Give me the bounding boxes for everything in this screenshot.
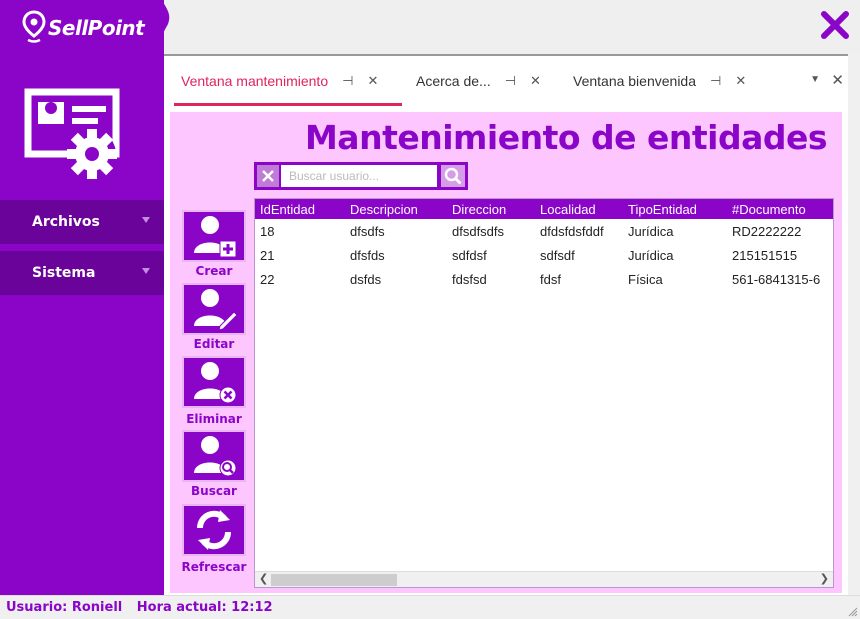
page-title: Mantenimiento de entidades	[304, 118, 828, 157]
user-delete-icon	[194, 362, 237, 404]
cell-localidad: fdsf	[540, 272, 561, 287]
column-header-documento[interactable]: #Documento	[732, 202, 833, 217]
table-row[interactable]: 21 dfsfds sdfdsf sdfsdf Jurídica 2151515…	[255, 244, 833, 267]
chevron-down-icon	[142, 268, 150, 274]
search-button[interactable]	[441, 165, 465, 187]
refresh-icon	[196, 510, 232, 550]
cell-tipoentidad: Jurídica	[628, 248, 674, 263]
table-row[interactable]: 18 dfsdfs dfsdfsdfs dfdsfdsfddf Jurídica…	[255, 220, 833, 243]
entities-table[interactable]: IdEntidad Descripcion Direccion Localida…	[254, 198, 834, 588]
search-icon	[444, 167, 462, 185]
scrollbar-thumb[interactable]	[271, 574, 397, 586]
tab-ventana-bienvenida[interactable]: Ventana bienvenida ⊣ ✕	[573, 56, 746, 106]
cell-descripcion: dsfds	[350, 272, 382, 287]
create-label: Crear	[195, 264, 233, 278]
close-tab-icon[interactable]: ✕	[530, 73, 541, 89]
pin-icon[interactable]: ⊣	[505, 73, 516, 89]
resize-grip-icon[interactable]	[848, 607, 858, 617]
status-bar: Usuario: Roniell Hora actual: 12:12	[0, 595, 860, 619]
cell-identidad: 22	[260, 272, 275, 287]
brand-curve-decoration	[148, 0, 170, 54]
edit-button[interactable]: Editar	[180, 283, 248, 353]
brand-header: SellPoint	[0, 0, 170, 54]
tab-label: Ventana mantenimiento	[181, 73, 329, 89]
cell-documento: RD2222222	[732, 224, 802, 239]
scroll-right-icon[interactable]: ❯	[820, 572, 829, 585]
edit-label: Editar	[193, 337, 235, 351]
tab-list-dropdown-icon[interactable]: ▼	[810, 74, 820, 85]
cell-documento: 215151515	[732, 248, 798, 263]
search-input[interactable]	[281, 165, 437, 187]
status-time: Hora actual: 12:12	[136, 600, 273, 615]
tab-bar: Ventana mantenimiento ⊣ ✕ Acerca de... ⊣…	[164, 56, 848, 106]
cell-direccion: fdsfsd	[452, 272, 487, 287]
delete-button[interactable]: Eliminar	[180, 356, 248, 426]
search-entity-button[interactable]: Buscar	[180, 430, 248, 500]
create-button[interactable]: Crear	[180, 210, 248, 280]
user-edit-icon	[194, 289, 238, 331]
cell-direccion: dfsdfsdfs	[452, 224, 505, 239]
cell-descripcion: dfsfds	[350, 248, 385, 263]
location-pin-icon	[22, 10, 46, 43]
scroll-left-icon[interactable]: ❮	[259, 572, 268, 585]
refresh-tile	[182, 504, 246, 556]
tab-acerca-de[interactable]: Acerca de... ⊣ ✕	[416, 56, 541, 106]
tab-ventana-mantenimiento[interactable]: Ventana mantenimiento ⊣ ✕	[174, 56, 402, 106]
user-add-icon	[194, 216, 237, 258]
cell-direccion: sdfdsf	[452, 248, 487, 263]
refresh-button[interactable]: Refrescar	[180, 504, 248, 574]
sidebar-item-label: Archivos	[32, 214, 100, 230]
table-row[interactable]: 22 dsfds fdsfsd fdsf Física 561-6841315-…	[255, 268, 833, 291]
sidebar-item-archivos[interactable]: Archivos	[0, 200, 164, 244]
app-name: SellPoint	[48, 16, 145, 40]
delete-label: Eliminar	[186, 412, 242, 426]
column-header-direccion[interactable]: Direccion	[452, 202, 538, 217]
cell-documento: 561-6841315-6	[732, 272, 821, 287]
title-bar: SellPoint	[0, 0, 860, 54]
close-all-tabs-icon[interactable]: ✕	[831, 71, 844, 89]
cell-localidad: sdfsdf	[540, 248, 575, 263]
close-tab-icon[interactable]: ✕	[735, 73, 746, 89]
search-entity-label: Buscar	[191, 484, 237, 498]
refresh-label: Refrescar	[181, 560, 247, 574]
search-bar	[254, 162, 468, 190]
chevron-down-icon	[142, 217, 150, 223]
horizontal-scrollbar[interactable]: ❮ ❯	[255, 571, 833, 587]
close-tab-icon[interactable]: ✕	[367, 73, 378, 89]
main-panel: Ventana mantenimiento ⊣ ✕ Acerca de... ⊣…	[164, 54, 848, 595]
column-header-localidad[interactable]: Localidad	[540, 202, 626, 217]
tab-label: Acerca de...	[416, 73, 491, 89]
pin-icon[interactable]: ⊣	[710, 73, 721, 89]
close-window-icon[interactable]	[820, 10, 850, 40]
clear-search-button[interactable]	[257, 165, 279, 187]
column-header-identidad[interactable]: IdEntidad	[260, 202, 348, 217]
table-header: IdEntidad Descripcion Direccion Localida…	[255, 199, 833, 219]
sidebar: Archivos Sistema	[0, 54, 164, 595]
status-text: Usuario: Roniell Hora actual: 12:12	[6, 600, 283, 615]
user-search-icon	[194, 436, 237, 477]
cell-tipoentidad: Física	[628, 272, 663, 287]
status-user: Usuario: Roniell	[6, 600, 123, 615]
column-header-descripcion[interactable]: Descripcion	[350, 202, 450, 217]
maintenance-content: Mantenimiento de entidades Buscar usuari…	[170, 112, 842, 593]
search-entity-tile	[182, 430, 246, 482]
close-icon	[262, 170, 274, 182]
pin-icon[interactable]: ⊣	[342, 73, 353, 89]
cell-descripcion: dfsdfs	[350, 224, 385, 239]
tab-label: Ventana bienvenida	[573, 73, 696, 89]
sidebar-item-sistema[interactable]: Sistema	[0, 251, 164, 295]
sidebar-item-label: Sistema	[32, 265, 96, 281]
cell-identidad: 21	[260, 248, 275, 263]
edit-tile	[182, 283, 246, 335]
cell-tipoentidad: Jurídica	[628, 224, 674, 239]
user-settings-logo-icon	[24, 88, 120, 179]
delete-tile	[182, 356, 246, 408]
create-tile	[182, 210, 246, 262]
cell-identidad: 18	[260, 224, 275, 239]
cell-localidad: dfdsfdsfddf	[540, 224, 604, 239]
column-header-tipoentidad[interactable]: TipoEntidad	[628, 202, 728, 217]
